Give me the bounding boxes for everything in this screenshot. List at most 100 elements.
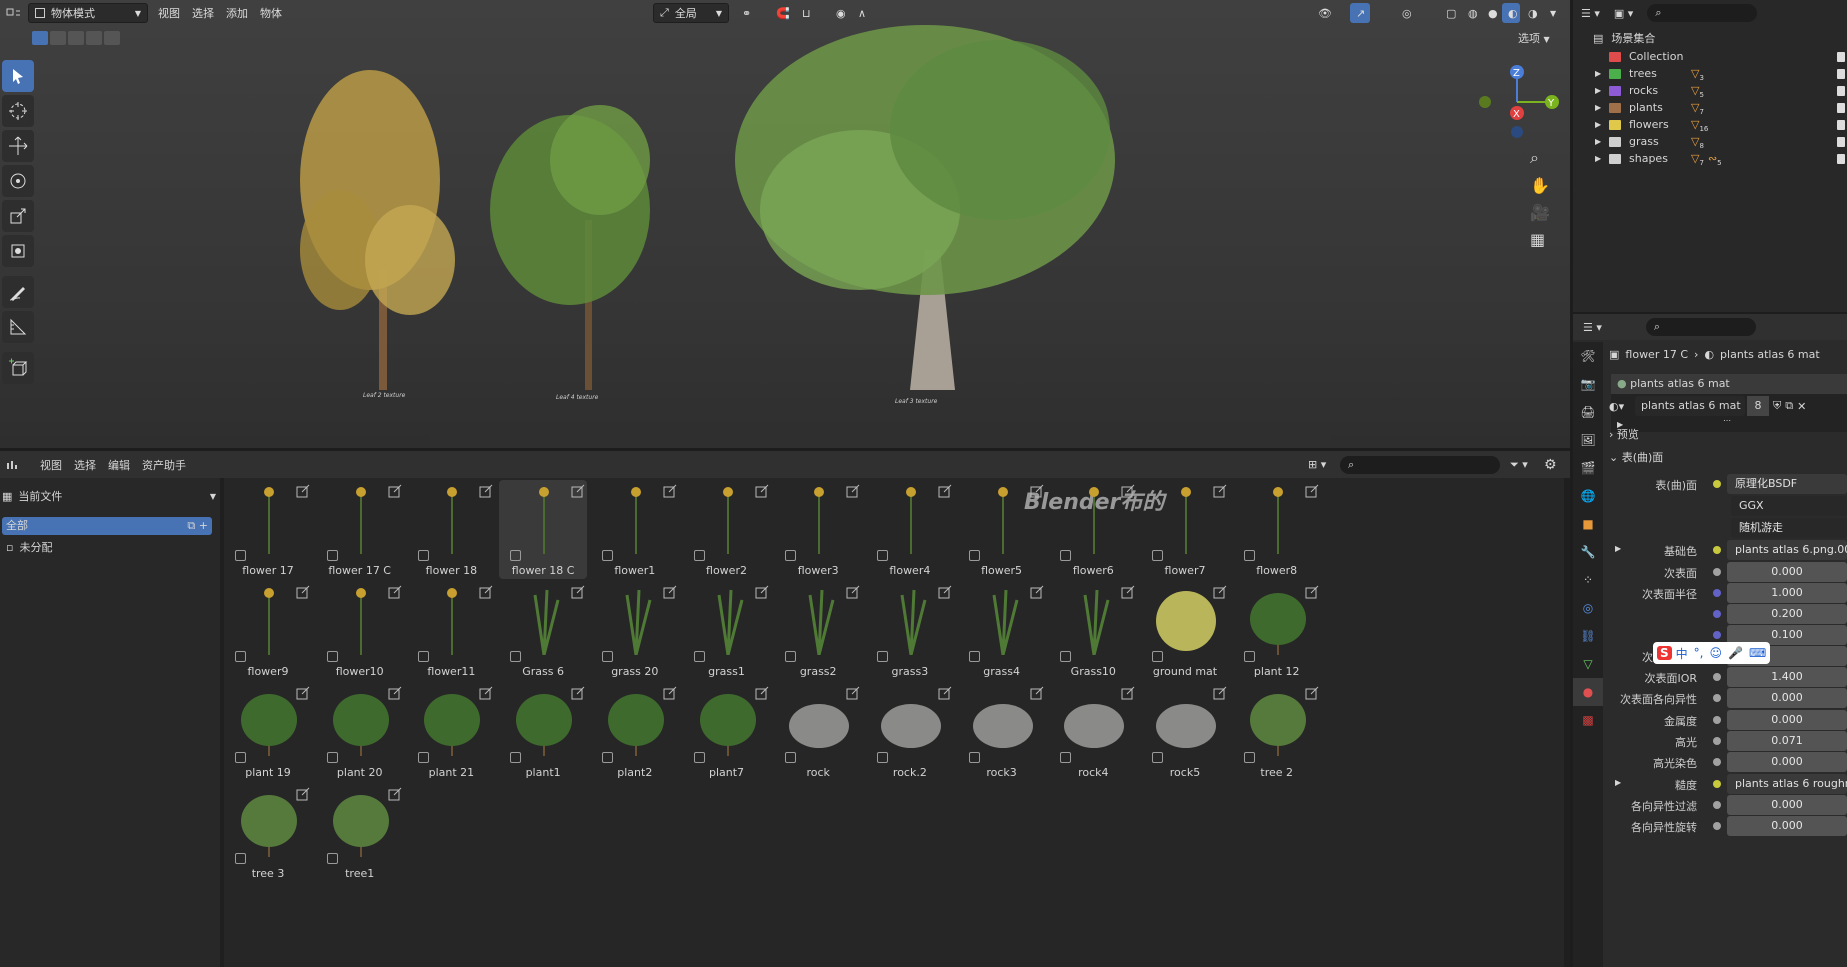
asset-checkbox[interactable] [418, 752, 430, 763]
edit-icon[interactable] [1121, 585, 1135, 599]
edit-icon[interactable] [755, 686, 769, 700]
asset-checkbox[interactable] [1060, 651, 1072, 662]
edit-icon[interactable] [1030, 686, 1044, 700]
asset-checkbox[interactable] [601, 550, 613, 561]
tab-render[interactable]: 📷 [1573, 370, 1603, 398]
socket-icon[interactable] [1713, 673, 1721, 681]
navigation-gizmo[interactable]: Z Y X [1470, 60, 1570, 145]
asset-checkbox[interactable] [693, 752, 705, 763]
properties-search-input[interactable]: ⌕ [1645, 318, 1756, 336]
zoom-icon[interactable]: ⌕ [1530, 148, 1550, 168]
edit-icon[interactable] [1213, 484, 1227, 498]
asset-tile[interactable]: flower8 [1233, 480, 1321, 579]
outliner-row[interactable]: ▶ rocks ▽ 5 [1573, 82, 1847, 99]
expand-arrow-icon[interactable]: ▶ [1595, 120, 1609, 129]
asset-checkbox[interactable] [418, 550, 430, 561]
property-value[interactable]: 0.000 [1727, 816, 1847, 836]
property-value[interactable]: 1.000 [1727, 583, 1847, 603]
asset-tile[interactable]: rock [774, 682, 862, 781]
asset-tile[interactable]: flower 18 C [499, 480, 588, 579]
edit-icon[interactable] [846, 585, 860, 599]
edit-icon[interactable] [388, 484, 402, 498]
asset-checkbox[interactable] [326, 752, 338, 763]
checkbox-icon[interactable] [1837, 102, 1845, 113]
catalog-unassigned[interactable]: ▫ 未分配 [2, 539, 212, 557]
material-slot[interactable]: ● plants atlas 6 mat [1611, 374, 1847, 394]
asset-checkbox[interactable] [510, 550, 522, 561]
property-value[interactable]: 0.200 [1727, 604, 1847, 624]
asset-tile[interactable]: flower2 [683, 480, 771, 579]
edit-icon[interactable] [479, 484, 493, 498]
asset-checkbox[interactable] [235, 853, 246, 864]
asset-tile[interactable]: flower 18 [407, 480, 495, 579]
outliner-row[interactable]: Collection [1573, 48, 1847, 65]
asset-checkbox[interactable] [876, 752, 888, 763]
socket-icon[interactable] [1713, 822, 1721, 830]
asset-tile[interactable]: rock3 [958, 682, 1046, 781]
checkbox-icon[interactable] [1837, 85, 1845, 96]
socket-icon[interactable] [1713, 780, 1721, 788]
edit-icon[interactable] [296, 686, 310, 700]
asset-tile[interactable]: rock4 [1049, 682, 1137, 781]
asset-checkbox[interactable] [1060, 752, 1072, 763]
expand-arrow-icon[interactable]: ▶ [1595, 137, 1609, 146]
socket-icon[interactable] [1713, 568, 1721, 576]
hand-icon[interactable]: ✋ [1530, 176, 1550, 195]
menu-view[interactable]: 视图 [34, 455, 68, 475]
property-value[interactable]: 0.071 [1727, 731, 1847, 751]
edit-icon[interactable] [388, 686, 402, 700]
edit-icon[interactable] [755, 585, 769, 599]
asset-tile[interactable]: flower5 [958, 480, 1046, 579]
asset-checkbox[interactable] [601, 752, 613, 763]
asset-tile[interactable]: plant2 [591, 682, 679, 781]
property-dropdown[interactable]: 随机游走 [1731, 518, 1847, 538]
display-mode-icon[interactable]: ⊞ ▾ [1308, 458, 1326, 471]
asset-tile[interactable]: flower4 [866, 480, 954, 579]
edit-icon[interactable] [1305, 585, 1319, 599]
tab-data[interactable]: ▽ [1573, 650, 1603, 678]
edit-icon[interactable] [1030, 484, 1044, 498]
checkbox-icon[interactable] [1837, 68, 1845, 79]
tab-tool[interactable]: 🛠 [1573, 342, 1603, 370]
outliner-row[interactable]: ▶ trees ▽ 3 [1573, 65, 1847, 82]
fake-user-icon[interactable]: ⛨ [1773, 399, 1781, 413]
new-catalog-icon[interactable]: ⧉ + [187, 517, 208, 535]
edit-icon[interactable] [388, 787, 402, 801]
outliner-row[interactable]: ▶ plants ▽ 7 [1573, 99, 1847, 116]
tab-output[interactable]: 🖨 [1573, 398, 1603, 426]
asset-checkbox[interactable] [1152, 752, 1163, 763]
property-value[interactable]: 0.000 [1727, 795, 1847, 815]
socket-icon[interactable] [1713, 480, 1721, 488]
tab-texture[interactable]: ▩ [1573, 706, 1603, 734]
socket-icon[interactable] [1713, 737, 1721, 745]
edit-icon[interactable] [571, 484, 585, 498]
panel-surface[interactable]: ⌄ 表(曲)面 [1609, 449, 1663, 465]
asset-tile[interactable]: flower1 [591, 480, 679, 579]
asset-checkbox[interactable] [1243, 651, 1255, 662]
menu-select[interactable]: 选择 [68, 455, 102, 475]
asset-tile[interactable]: plant 21 [407, 682, 495, 781]
asset-checkbox[interactable] [876, 651, 888, 662]
asset-tile[interactable]: plant7 [683, 682, 771, 781]
grid-icon[interactable]: ▦ [1530, 230, 1550, 249]
library-dropdown[interactable]: ▦ 当前文件 ▼ [2, 486, 216, 506]
asset-checkbox[interactable] [235, 651, 246, 662]
property-value[interactable]: 0.000 [1727, 688, 1847, 708]
checkbox-icon[interactable] [1837, 119, 1845, 130]
material-name-field[interactable]: plants atlas 6 mat [1635, 396, 1745, 416]
property-dropdown[interactable]: GGX [1731, 496, 1847, 516]
asset-tile[interactable]: grass2 [774, 581, 862, 680]
property-value[interactable]: 1.400 [1727, 667, 1847, 687]
asset-checkbox[interactable] [1152, 651, 1163, 662]
menu-asset-helper[interactable]: 资产助手 [136, 455, 192, 475]
asset-tile[interactable]: tree 2 [1233, 682, 1321, 781]
edit-icon[interactable] [1305, 686, 1319, 700]
property-value[interactable]: 0.000 [1727, 562, 1847, 582]
property-value[interactable]: 0.000 [1727, 710, 1847, 730]
socket-icon[interactable] [1713, 631, 1721, 639]
asset-checkbox[interactable] [693, 651, 705, 662]
asset-tile[interactable]: tree1 [316, 783, 404, 882]
expand-arrow-icon[interactable]: ▶ [1615, 778, 1621, 787]
asset-checkbox[interactable] [968, 550, 980, 561]
asset-tile[interactable]: flower6 [1049, 480, 1137, 579]
